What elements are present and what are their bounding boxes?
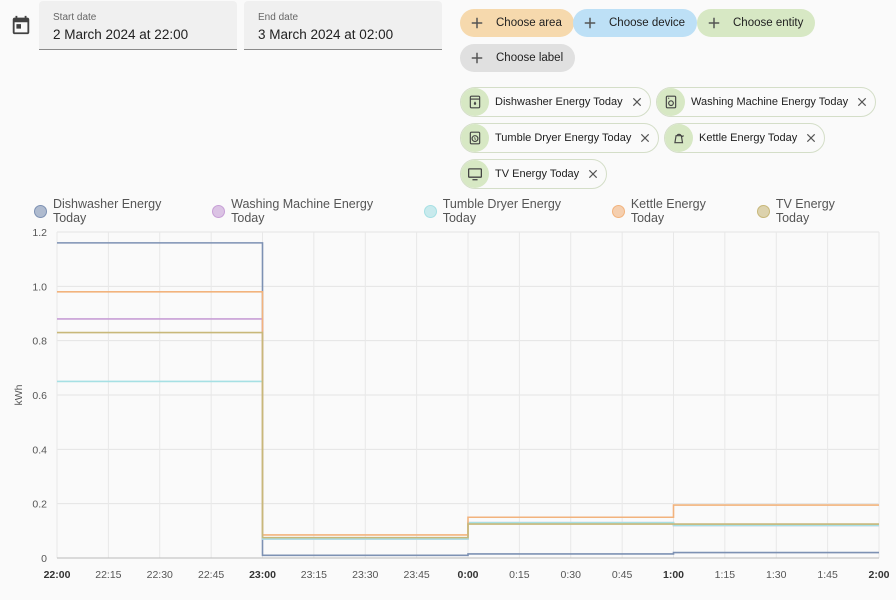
kettle-icon bbox=[665, 124, 693, 152]
close-icon[interactable] bbox=[586, 167, 600, 181]
chart-legend: Dishwasher Energy Today Washing Machine E… bbox=[34, 197, 886, 225]
dishwasher-icon bbox=[461, 88, 489, 116]
y-tick-label: 0.4 bbox=[32, 444, 47, 456]
legend-item[interactable]: Kettle Energy Today bbox=[611, 197, 742, 225]
entity-chip-label: Kettle Energy Today bbox=[699, 132, 798, 144]
x-tick-label: 23:45 bbox=[403, 569, 429, 581]
x-tick-label: 0:45 bbox=[612, 569, 633, 581]
entity-chip-label: Dishwasher Energy Today bbox=[495, 96, 623, 108]
legend-label: Kettle Energy Today bbox=[630, 197, 706, 225]
start-date-label: Start date bbox=[53, 12, 97, 23]
legend-label: Washing Machine Energy Today bbox=[231, 197, 374, 225]
x-tick-label: 0:15 bbox=[509, 569, 530, 581]
y-tick-label: 0.6 bbox=[32, 390, 47, 402]
x-tick-label: 1:15 bbox=[715, 569, 736, 581]
choose-device-label: Choose device bbox=[609, 17, 686, 29]
close-icon[interactable] bbox=[804, 131, 818, 145]
close-icon[interactable] bbox=[855, 95, 869, 109]
legend-item[interactable]: Washing Machine Energy Today bbox=[212, 197, 409, 225]
plus-icon bbox=[471, 52, 483, 64]
choose-label-button[interactable]: Choose label bbox=[460, 44, 576, 72]
plus-icon bbox=[584, 17, 596, 29]
x-tick-label: 22:30 bbox=[147, 569, 173, 581]
choose-entity-label: Choose entity bbox=[733, 17, 804, 29]
x-tick-label: 0:30 bbox=[561, 569, 582, 581]
y-axis-label: kWh bbox=[13, 384, 25, 405]
choose-area-button[interactable]: Choose area bbox=[460, 9, 574, 37]
entity-chip-label: TV Energy Today bbox=[495, 168, 580, 180]
legend-label: TV Energy Today bbox=[775, 197, 835, 225]
tv-icon bbox=[461, 160, 489, 188]
y-tick-label: 0.2 bbox=[32, 499, 47, 511]
entity-chip-tumble-dryer[interactable]: Tumble Dryer Energy Today bbox=[460, 123, 660, 153]
legend-swatch bbox=[212, 204, 226, 218]
y-tick-label: 0.8 bbox=[32, 336, 47, 348]
entity-chip-kettle[interactable]: Kettle Energy Today bbox=[664, 123, 826, 153]
choose-label-label: Choose label bbox=[496, 52, 564, 64]
calendar-icon[interactable] bbox=[10, 14, 32, 36]
x-tick-label: 23:30 bbox=[352, 569, 378, 581]
x-tick-label: 23:00 bbox=[249, 569, 276, 581]
choose-area-label: Choose area bbox=[496, 17, 562, 29]
plus-icon bbox=[708, 17, 720, 29]
close-icon[interactable] bbox=[638, 131, 652, 145]
legend-label: Dishwasher Energy Today bbox=[52, 197, 162, 225]
legend-item[interactable]: Tumble Dryer Energy Today bbox=[423, 197, 597, 225]
y-tick-label: 1.0 bbox=[32, 281, 47, 293]
entity-chip-tv[interactable]: TV Energy Today bbox=[460, 159, 608, 189]
legend-swatch bbox=[423, 204, 437, 218]
entity-chip-label: Tumble Dryer Energy Today bbox=[495, 132, 632, 144]
y-tick-label: 0 bbox=[41, 553, 47, 565]
end-date-value: 3 March 2024 at 02:00 bbox=[258, 27, 394, 42]
legend-swatch bbox=[611, 204, 625, 218]
legend-item[interactable]: TV Energy Today bbox=[756, 197, 871, 225]
choose-entity-button[interactable]: Choose entity bbox=[697, 9, 816, 37]
y-tick-label: 1.2 bbox=[32, 227, 47, 239]
entity-chip-washing-machine[interactable]: Washing Machine Energy Today bbox=[656, 87, 877, 117]
end-date-field[interactable]: End date 3 March 2024 at 02:00 bbox=[244, 1, 442, 50]
choose-device-button[interactable]: Choose device bbox=[573, 9, 698, 37]
x-tick-label: 1:30 bbox=[766, 569, 787, 581]
x-tick-label: 23:15 bbox=[301, 569, 327, 581]
x-tick-label: 2:00 bbox=[868, 569, 889, 581]
tumble-dryer-icon bbox=[461, 124, 489, 152]
close-icon[interactable] bbox=[630, 95, 644, 109]
x-tick-label: 1:45 bbox=[817, 569, 838, 581]
plus-icon bbox=[471, 17, 483, 29]
x-tick-label: 1:00 bbox=[663, 569, 684, 581]
legend-swatch bbox=[756, 204, 770, 218]
legend-label: Tumble Dryer Energy Today bbox=[442, 197, 562, 225]
x-tick-label: 22:15 bbox=[95, 569, 121, 581]
start-date-field[interactable]: Start date 2 March 2024 at 22:00 bbox=[39, 1, 237, 50]
washing-machine-icon bbox=[657, 88, 685, 116]
legend-swatch bbox=[34, 204, 47, 218]
legend-item[interactable]: Dishwasher Energy Today bbox=[34, 197, 197, 225]
start-date-value: 2 March 2024 at 22:00 bbox=[53, 27, 189, 42]
x-tick-label: 22:45 bbox=[198, 569, 224, 581]
entity-chip-dishwasher[interactable]: Dishwasher Energy Today bbox=[460, 87, 651, 117]
x-tick-label: 0:00 bbox=[457, 569, 478, 581]
end-date-label: End date bbox=[258, 12, 299, 23]
energy-chart: 0 0.2 0.4 0.6 0.8 1.0 1.2 22:00 22:15 22:30 22:45 2… bbox=[13, 227, 890, 581]
entity-chip-label: Washing Machine Energy Today bbox=[691, 96, 849, 108]
x-tick-label: 22:00 bbox=[44, 569, 71, 581]
